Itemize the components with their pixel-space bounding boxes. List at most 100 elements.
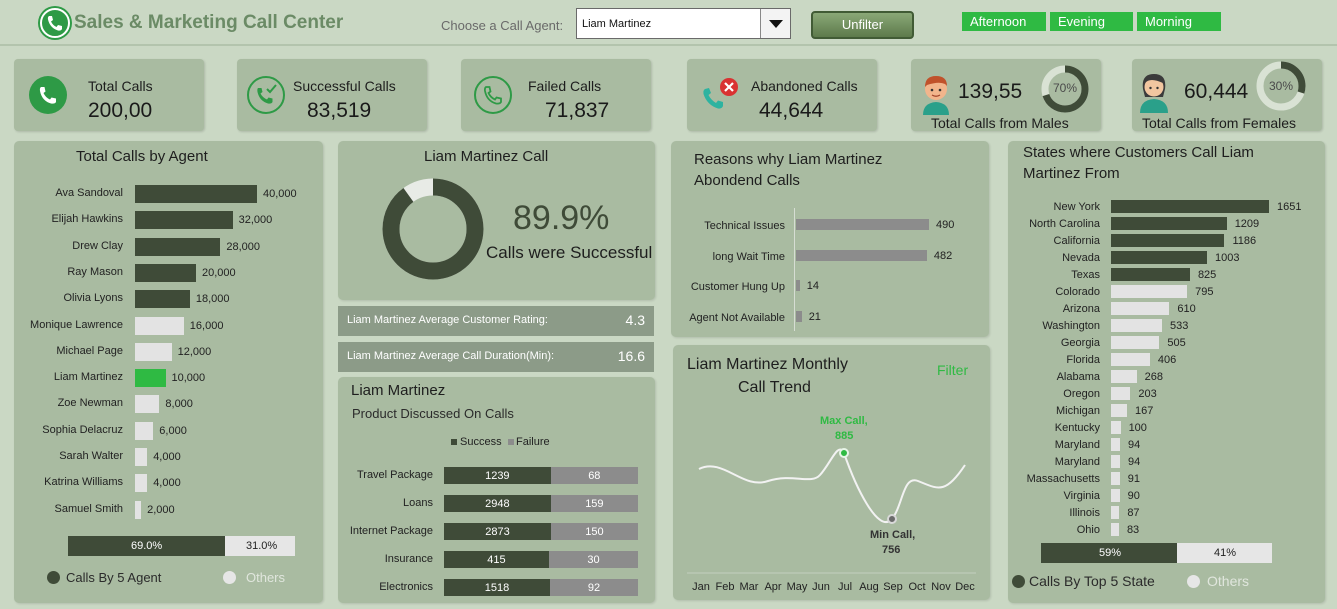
states-panel: States where Customers Call Liam Martine… (1008, 141, 1325, 603)
dropdown-arrow-icon[interactable] (760, 9, 790, 38)
state-name-label: Ohio (1076, 524, 1100, 536)
duration-label: Liam Martinez Average Call Duration(Min)… (347, 350, 555, 362)
state-name-label: Maryland (1054, 456, 1100, 468)
agent-bar (135, 500, 142, 519)
app-title: Sales & Marketing Call Center (74, 12, 344, 33)
agent-value-label: 4,000 (153, 477, 181, 490)
trend-line-chart (687, 448, 976, 574)
state-bar (1111, 234, 1225, 247)
reasons-axis-line (794, 208, 795, 331)
state-value-label: 1186 (1232, 235, 1257, 247)
agent-dropdown[interactable]: Liam Martinez (576, 8, 791, 39)
success-donut (382, 178, 484, 285)
agents-legend-others: Others (246, 570, 286, 585)
agent-value-label: 40,000 (263, 188, 297, 200)
male-avatar-icon (919, 73, 953, 120)
agent-name-label: Monique Lawrence (30, 318, 123, 331)
agents-panel: Total Calls by Agent Ava Sandoval 40,000 E… (14, 141, 323, 603)
agents-split-others-label: 31.0% (246, 540, 278, 552)
agent-name-label: Ray Mason (67, 265, 123, 278)
states-split-top5-label: 59% (1099, 547, 1122, 559)
agent-value-label: 4,000 (153, 451, 181, 463)
state-bar (1111, 319, 1162, 332)
state-bar (1111, 489, 1120, 502)
state-name-label: Florida (1066, 354, 1100, 366)
state-name-label: Nevada (1062, 252, 1100, 264)
reason-value-label: 490 (936, 219, 955, 231)
products-legend-success: Success (460, 436, 502, 448)
duration-band: Liam Martinez Average Call Duration(Min)… (338, 342, 654, 372)
min-call-label-2: 756 (882, 544, 901, 556)
min-call-label-1: Min Call, (870, 529, 916, 541)
agent-bar (135, 369, 166, 388)
kpi-total-calls: Total Calls 200,00 (14, 59, 204, 131)
legend-failure-swatch-icon (508, 439, 514, 445)
state-name-label: Washington (1042, 320, 1100, 332)
product-name-label: Travel Package (356, 469, 433, 481)
success-caption: Calls were Successful (486, 243, 653, 262)
reason-bar (796, 219, 929, 230)
state-bar (1111, 387, 1131, 400)
reason-bar (796, 249, 927, 261)
agent-bar (135, 448, 148, 466)
kpi-abandoned-calls: Abandoned Calls 44,644 (687, 59, 877, 131)
phone-logo-icon (38, 6, 72, 40)
state-bar (1111, 421, 1121, 434)
legend-others-dot-icon (223, 571, 236, 584)
agent-value-label: 16,000 (189, 319, 224, 332)
state-value-label: 100 (1128, 422, 1147, 434)
slicer-afternoon[interactable]: Afternoon (962, 12, 1046, 31)
products-panel-title: Liam Martinez (351, 382, 446, 399)
products-legend-failure: Failure (516, 436, 550, 448)
slicer-morning[interactable]: Morning (1137, 12, 1221, 31)
state-name-label: Oregon (1063, 388, 1100, 400)
agent-name-label: Zoe Newman (57, 397, 123, 410)
min-point-marker (887, 514, 897, 524)
kpi-failed-calls: Failed Calls 71,837 (461, 59, 651, 131)
state-name-label: Texas (1071, 269, 1100, 281)
agent-value-label: 2,000 (147, 503, 175, 516)
state-bar (1111, 438, 1120, 451)
rating-band: Liam Martinez Average Customer Rating: 4… (338, 306, 654, 336)
state-bar (1111, 506, 1120, 519)
product-success-value: 2873 (485, 526, 510, 538)
state-value-label: 533 (1170, 320, 1189, 332)
slicer-evening[interactable]: Evening (1050, 12, 1133, 31)
state-value-label: 94 (1127, 456, 1141, 468)
agent-name-label: Sarah Walter (59, 450, 123, 462)
rating-label: Liam Martinez Average Customer Rating: (347, 314, 548, 326)
unfilter-button[interactable]: Unfilter (811, 11, 914, 39)
product-name-label: Electronics (379, 581, 433, 593)
state-name-label: Virginia (1063, 490, 1101, 502)
product-failure-value: 68 (588, 470, 601, 482)
reasons-panel: Reasons why Liam Martinez Abondend Calls… (671, 141, 989, 337)
products-panel-subtitle: Product Discussed On Calls (352, 406, 514, 421)
state-name-label: Illinois (1069, 507, 1100, 519)
state-bar (1111, 336, 1160, 349)
kpi-successful-calls: Successful Calls 83,519 (237, 59, 427, 131)
agent-bar (135, 263, 196, 282)
success-percentage: 89.9% (513, 199, 610, 237)
state-name-label: Maryland (1054, 439, 1100, 451)
agent-value-label: 28,000 (226, 240, 261, 253)
state-value-label: 167 (1134, 405, 1154, 417)
reason-name-label: Agent Not Available (689, 311, 785, 324)
kpi-male-calls-value: 139,55 (958, 80, 1023, 103)
dashboard-header: Sales & Marketing Call Center Choose a C… (0, 0, 1337, 46)
state-value-label: 825 (1197, 269, 1217, 281)
reasons-title-line2: Abondend Calls (694, 172, 800, 189)
state-value-label: 406 (1157, 354, 1177, 366)
product-name-label: Insurance (384, 553, 433, 565)
agent-bar (135, 395, 160, 414)
agent-bar (135, 237, 221, 256)
kpi-failed-calls-label: Failed Calls (528, 78, 602, 94)
female-share-percent: 30% (1268, 79, 1294, 93)
kpi-female-calls-value: 60,444 (1184, 80, 1249, 103)
state-value-label: 94 (1127, 439, 1141, 451)
state-bar (1111, 200, 1269, 213)
month-label: Dec (955, 581, 975, 593)
agent-value-label: 12,000 (177, 345, 212, 358)
agent-bar (135, 290, 190, 309)
states-split-others-label: 41% (1214, 547, 1237, 559)
state-bar (1111, 268, 1190, 281)
